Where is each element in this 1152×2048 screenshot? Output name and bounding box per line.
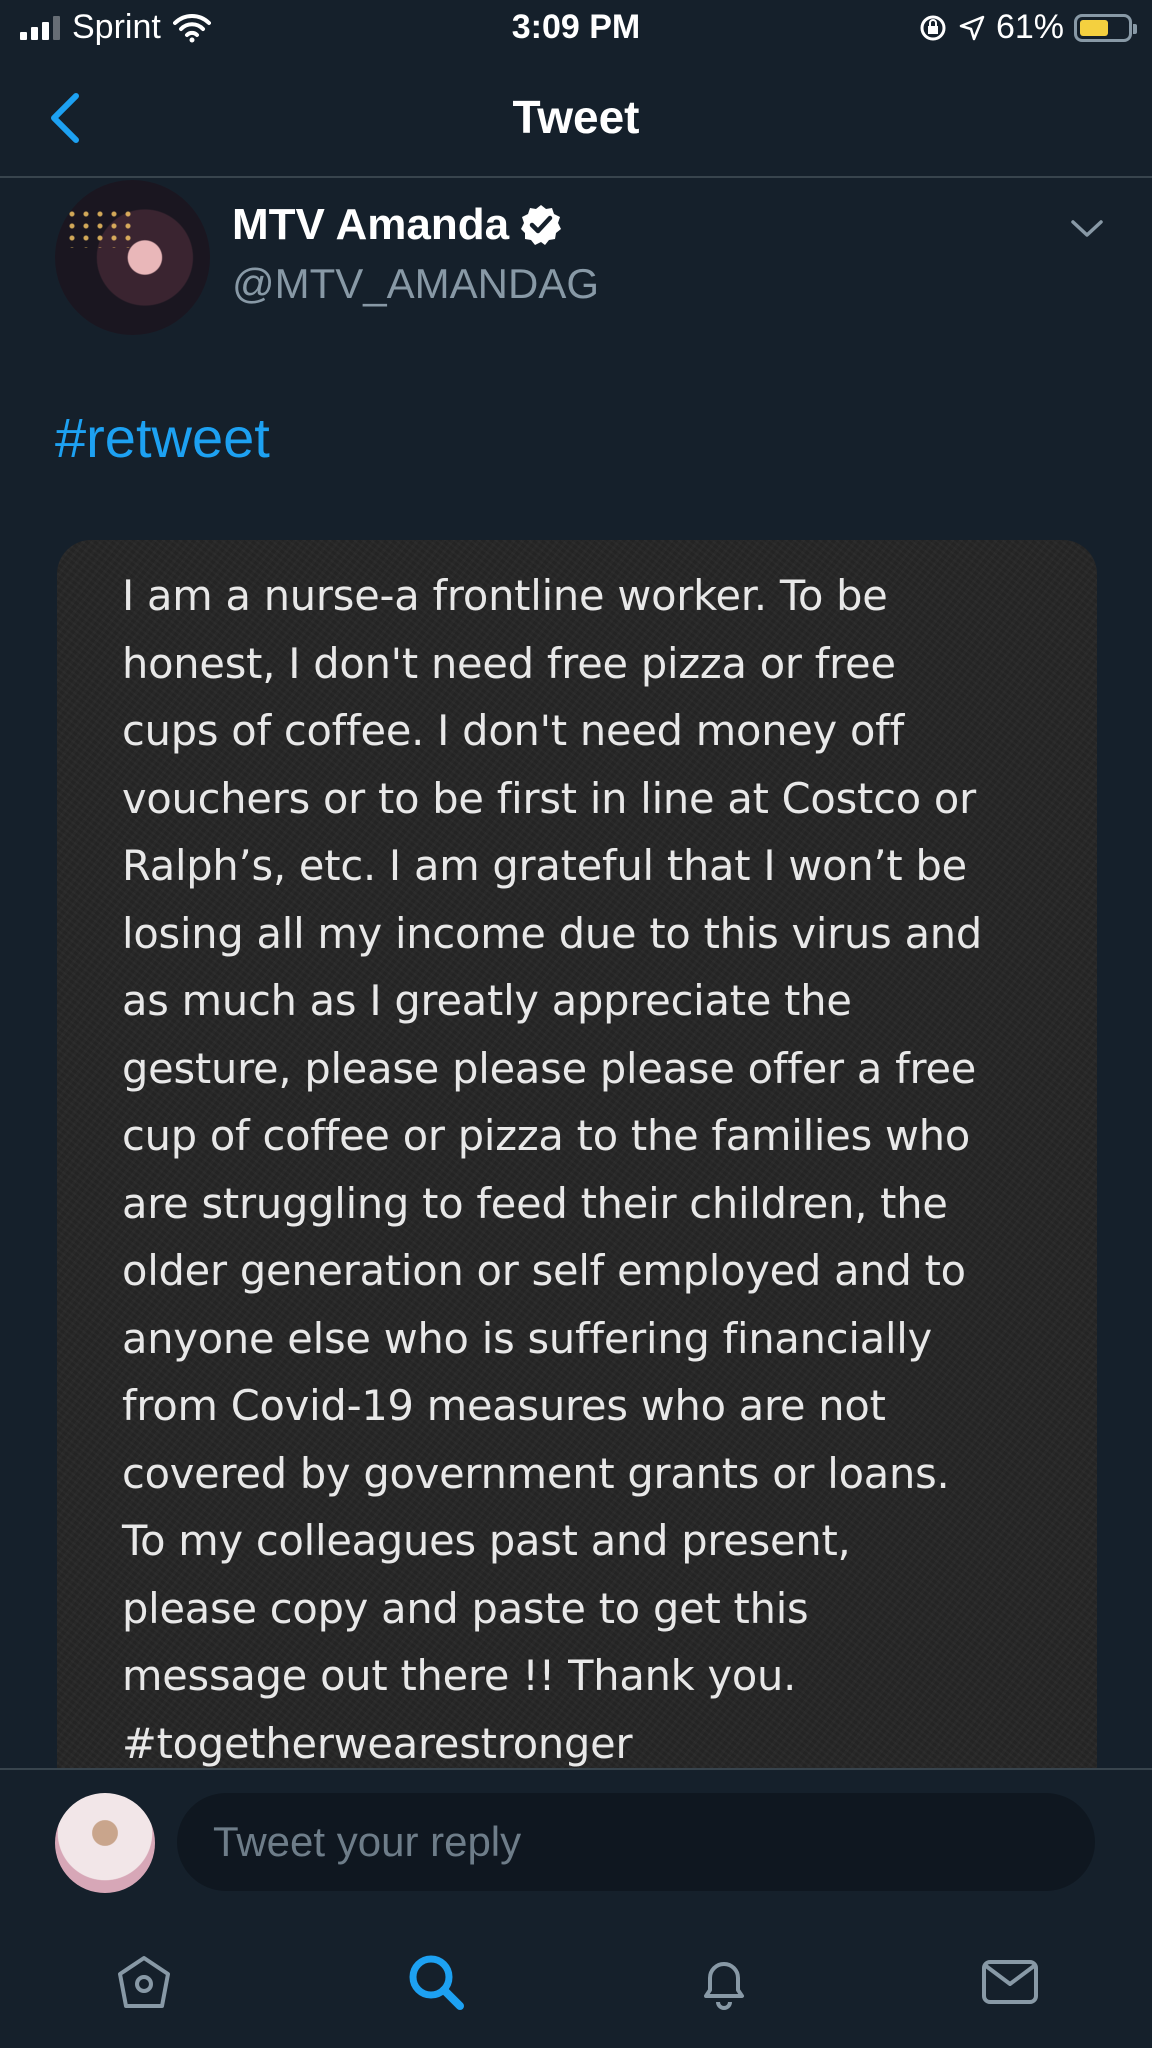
author-display-name: MTV Amanda (232, 200, 510, 249)
author-name-row[interactable]: MTV Amanda (232, 200, 563, 250)
author-avatar[interactable] (55, 180, 210, 335)
hashtag-link[interactable]: #retweet (55, 405, 270, 470)
messages-icon[interactable] (978, 1950, 1042, 2014)
page-title: Tweet (512, 91, 640, 143)
tweet-options-chevron-icon[interactable] (1067, 208, 1107, 248)
search-icon[interactable] (404, 1950, 468, 2014)
status-bar: Sprint 3:09 PM 61% (0, 0, 1152, 58)
author-handle[interactable]: @MTV_AMANDAG (232, 260, 599, 308)
navigation-bar: Tweet (0, 58, 1152, 178)
notifications-icon[interactable] (692, 1950, 756, 2014)
orientation-lock-icon (920, 15, 946, 40)
reply-input[interactable] (177, 1793, 1095, 1891)
tab-bar (0, 1910, 1152, 2048)
battery-icon (1074, 13, 1137, 42)
tweet-image[interactable]: I am a nurse-a frontline worker. To be h… (57, 540, 1097, 1770)
user-avatar[interactable] (55, 1793, 155, 1893)
home-icon[interactable] (112, 1950, 176, 2014)
tweet-author-header: MTV Amanda @MTV_AMANDAG (0, 178, 1152, 338)
location-arrow-icon (959, 15, 985, 40)
verified-badge-icon (521, 205, 562, 245)
battery-percent: 61% (995, 8, 1064, 46)
tweet-image-text: I am a nurse-a frontline worker. To be h… (122, 571, 983, 1768)
reply-bar (0, 1768, 1152, 1893)
